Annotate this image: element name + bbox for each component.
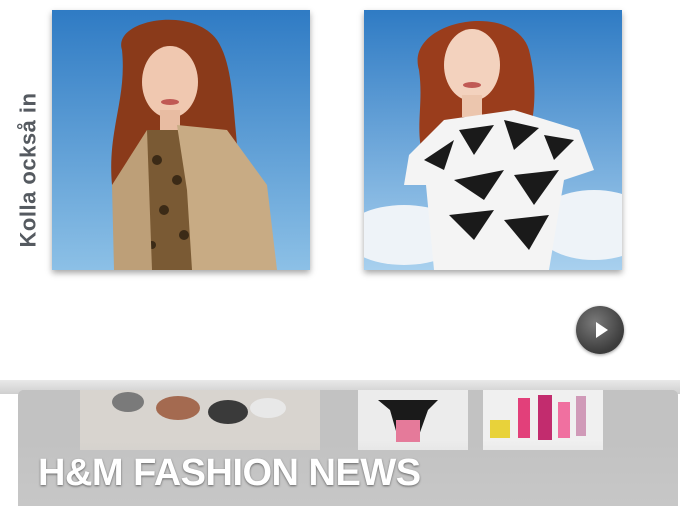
product-thumbnail-2[interactable] bbox=[364, 10, 622, 270]
play-button[interactable] bbox=[576, 306, 624, 354]
section-label-container: Kolla också in bbox=[6, 70, 50, 270]
model-beige-jacket-image bbox=[52, 10, 310, 270]
fashion-news-banner[interactable]: H&M FASHION NEWS bbox=[18, 390, 678, 506]
section-label: Kolla också in bbox=[15, 92, 41, 248]
product-thumbnail-1[interactable] bbox=[52, 10, 310, 270]
play-icon bbox=[596, 322, 608, 338]
promo-screen: Kolla också in H&M FASHION NEWS bbox=[0, 0, 680, 506]
model-zebra-top-image bbox=[364, 10, 622, 270]
banner-title: H&M FASHION NEWS bbox=[38, 452, 421, 494]
